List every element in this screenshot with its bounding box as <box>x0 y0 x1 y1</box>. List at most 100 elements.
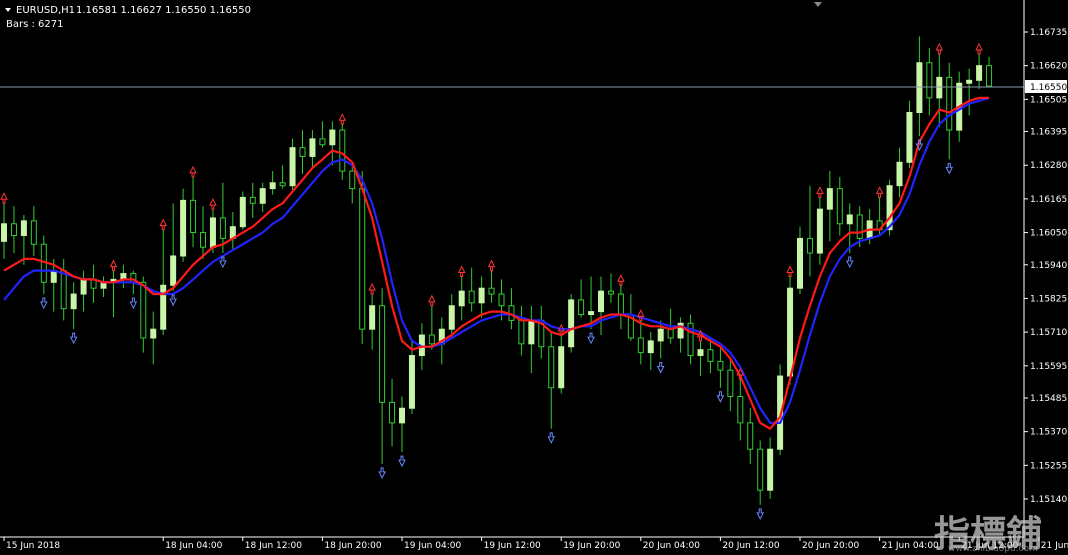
candle-body <box>846 214 853 225</box>
candle-body <box>319 138 326 146</box>
candle-body <box>588 311 595 316</box>
symbol-label: EURUSD,H1 <box>16 5 75 16</box>
time-tick-label: 21 Jun 20:00 <box>1041 541 1068 551</box>
candle-body <box>856 214 863 239</box>
price-tick-label: 1.15255 <box>1030 461 1067 471</box>
candle-body <box>697 349 704 357</box>
candle-body <box>80 278 87 295</box>
time-tick-label: 19 Jun 04:00 <box>404 541 461 551</box>
candle <box>568 294 575 353</box>
candle-body <box>528 319 535 345</box>
candle-body <box>607 290 614 295</box>
chart-background <box>0 0 1068 555</box>
candle-body <box>498 293 505 307</box>
price-tick-label: 1.16165 <box>1030 195 1067 205</box>
candle-body <box>816 208 823 254</box>
candle-body <box>916 62 923 114</box>
price-tick-label: 1.15370 <box>1030 428 1067 438</box>
time-tick-label: 18 Jun 20:00 <box>324 541 381 551</box>
time-tick-label: 18 Jun 04:00 <box>165 541 222 551</box>
candle-body <box>946 76 953 131</box>
candle-body <box>249 196 256 204</box>
candle-body <box>598 290 604 313</box>
candle-body <box>468 290 475 304</box>
price-tick-label: 1.16280 <box>1030 161 1067 171</box>
candle-body <box>568 299 575 348</box>
price-tick-label: 1.16050 <box>1030 229 1067 239</box>
time-tick-label: 20 Jun 12:00 <box>722 541 779 551</box>
chart-window[interactable]: 1.16735 1.16620 1.16505 1.16395 1.16280 1.161… <box>0 0 1068 555</box>
candle-body <box>180 199 187 257</box>
candle-body <box>896 161 903 187</box>
candle-body <box>369 305 376 330</box>
candle-body <box>707 349 714 362</box>
candle-body <box>379 305 386 403</box>
candle-body <box>548 346 555 389</box>
price-tick-label: 1.15940 <box>1030 261 1067 271</box>
candle-body <box>667 328 674 339</box>
candle-body <box>657 328 664 342</box>
candle-body <box>408 355 415 409</box>
candle-body <box>200 232 206 248</box>
candle-body <box>140 281 147 339</box>
watermark-url: www.zhibiaopu.com <box>948 544 1038 554</box>
candle-body <box>20 220 27 236</box>
candle-body <box>50 270 57 283</box>
candle-body <box>329 129 336 146</box>
candle-body <box>926 62 933 99</box>
candle-body <box>976 65 983 81</box>
candle-body <box>309 138 316 157</box>
time-tick-label: 19 Jun 20:00 <box>563 541 620 551</box>
candle-body <box>747 422 754 450</box>
candle-body <box>269 182 276 190</box>
candle-body <box>757 448 764 491</box>
candle-body <box>578 299 585 316</box>
candle-body <box>986 65 993 87</box>
price-tick-label: 1.16620 <box>1030 62 1067 72</box>
price-tick-label: 1.15825 <box>1030 294 1067 304</box>
candle-body <box>389 401 396 424</box>
candle-body <box>279 182 286 187</box>
candle-body <box>787 287 794 377</box>
candle-body <box>10 223 17 236</box>
time-tick-label: 19 Jun 12:00 <box>484 541 541 551</box>
candle-body <box>239 196 246 228</box>
time-tick-label: 20 Jun 04:00 <box>643 541 700 551</box>
candle-body <box>518 319 525 345</box>
candle-body <box>150 328 157 339</box>
candle-body <box>906 112 913 163</box>
candle <box>239 191 246 230</box>
candle-body <box>359 188 366 330</box>
candle-body <box>767 448 774 491</box>
price-tick-label: 1.15485 <box>1030 394 1067 404</box>
candle-body <box>339 129 346 172</box>
candle-body <box>259 188 266 204</box>
candle-body <box>209 217 216 248</box>
candle-body <box>727 369 734 398</box>
candle-body <box>299 147 306 157</box>
candle-body <box>399 407 405 424</box>
candle-body <box>190 199 197 234</box>
candle-body <box>836 188 843 225</box>
candle-body <box>806 237 813 254</box>
candle-body <box>737 396 744 424</box>
price-tick-label: 1.15140 <box>1030 495 1067 505</box>
candle-body <box>717 360 724 371</box>
candle-body <box>428 334 435 345</box>
candle-body <box>60 270 67 310</box>
bars-count: Bars : 6271 <box>6 19 64 30</box>
candle-body <box>70 293 77 310</box>
price-axis[interactable]: 1.16735 1.16620 1.16505 1.16395 1.16280 1.161… <box>1024 28 1067 505</box>
candle-body <box>826 188 833 210</box>
candle-body <box>30 220 37 245</box>
candle-body <box>966 79 973 84</box>
price-tick-label: 1.16395 <box>1030 128 1067 138</box>
price-tick-label: 1.16505 <box>1030 95 1067 105</box>
current-price-label: 1.16550 <box>1030 83 1067 93</box>
time-tick-label: 21 Jun 04:00 <box>882 541 939 551</box>
candle-body <box>448 305 455 330</box>
time-tick-label: 20 Jun 20:00 <box>802 541 859 551</box>
price-tick-label: 1.15710 <box>1030 328 1067 338</box>
candle-body <box>797 237 803 289</box>
price-tick-label: 1.15595 <box>1030 362 1067 372</box>
